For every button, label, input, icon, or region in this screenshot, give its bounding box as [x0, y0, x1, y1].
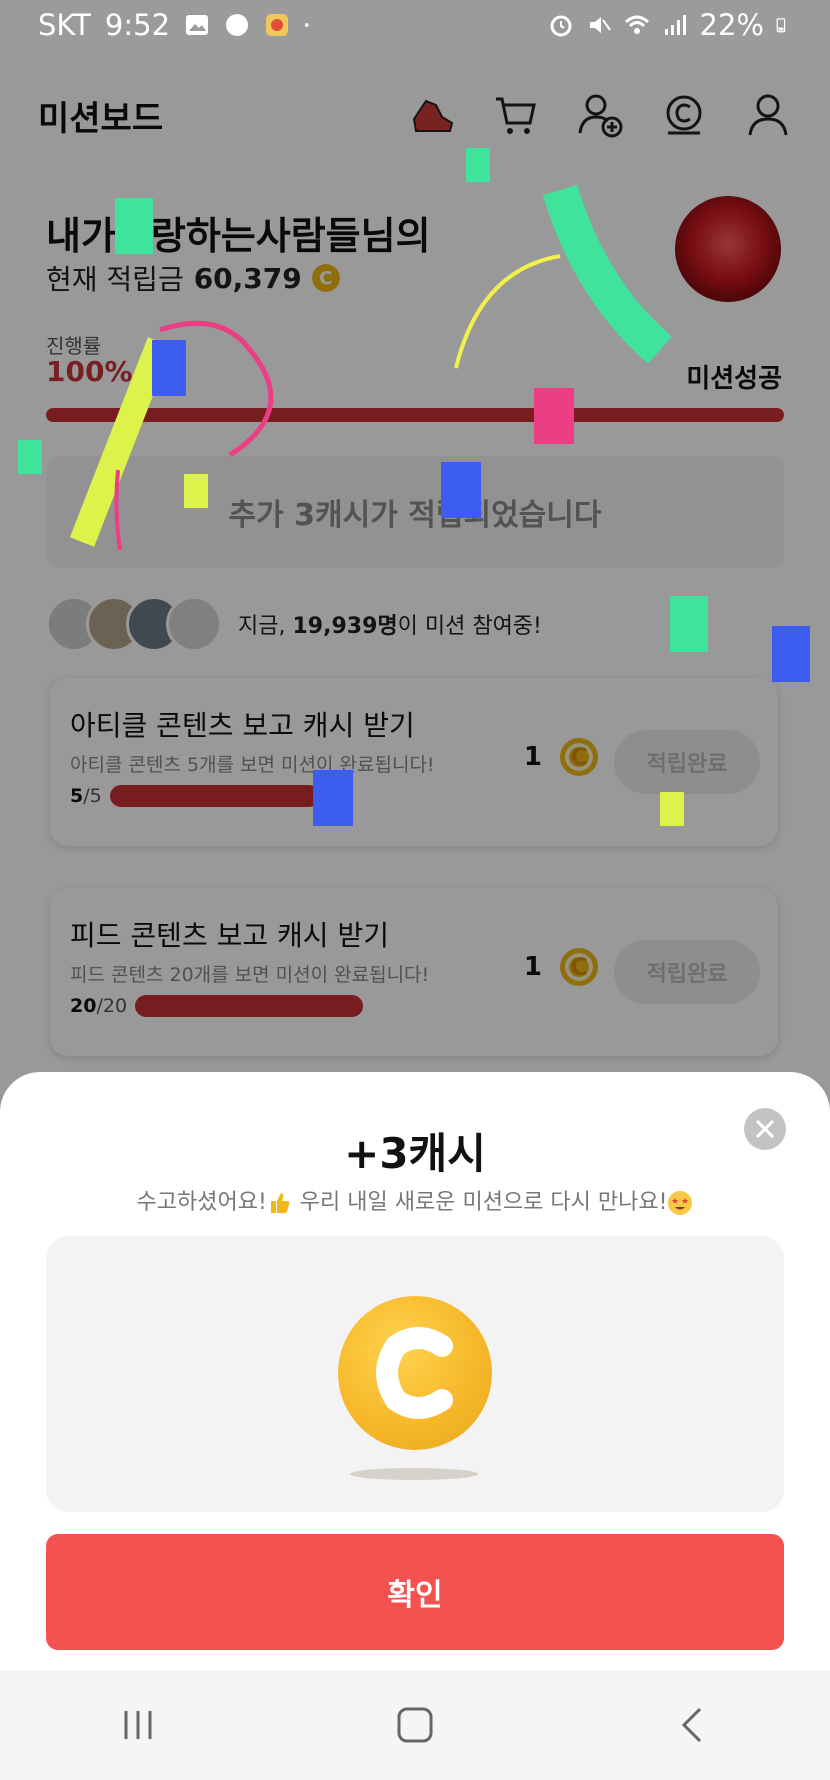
recent-apps-icon — [124, 1711, 152, 1739]
battery-icon — [776, 18, 786, 33]
subtitle-part-b: 우리 내일 새로운 미션으로 다시 만나요! — [292, 1190, 668, 1215]
home-icon — [397, 1707, 433, 1743]
home-button[interactable] — [385, 1695, 445, 1755]
recent-apps-button[interactable] — [108, 1695, 168, 1755]
reward-title: +3캐시 — [344, 1129, 486, 1178]
star-eyes-emoji-icon — [668, 1191, 693, 1215]
signal-icon — [664, 15, 686, 35]
wifi-icon — [624, 15, 649, 34]
status-bar: SKT 9:52 22% — [0, 0, 830, 50]
back-icon — [681, 1707, 701, 1743]
dot-icon — [304, 23, 309, 27]
app-notification-icon — [266, 14, 289, 36]
large-coin-icon — [338, 1296, 492, 1450]
time-label: 9:52 — [104, 8, 171, 42]
carrier-label: SKT — [38, 8, 91, 42]
system-nav-bar — [0, 1670, 830, 1780]
mute-icon — [589, 17, 611, 33]
gallery-icon — [186, 15, 209, 35]
mission-board-page: 미션보드 내가사랑하는사람들님의 현재 적립금 60,379 C 진행률 100… — [0, 50, 830, 1780]
coin-shadow — [350, 1468, 478, 1480]
thumbs-up-icon — [270, 1193, 290, 1213]
back-button[interactable] — [662, 1695, 722, 1755]
reward-subtitle: 수고하셨어요! 우리 내일 새로운 미션으로 다시 만나요! — [0, 1184, 830, 1216]
settings-badge-icon — [226, 14, 249, 36]
battery-label: 22% — [699, 8, 764, 42]
subtitle-part-a: 수고하셨어요! — [136, 1190, 267, 1215]
alarm-icon — [550, 15, 572, 37]
coin-illustration-box — [46, 1236, 784, 1512]
confirm-button[interactable]: 확인 — [46, 1534, 784, 1650]
reward-bottom-sheet: +3캐시 수고하셨어요! 우리 내일 새로운 미션으로 다시 만나요! 확인 — [0, 1072, 830, 1720]
